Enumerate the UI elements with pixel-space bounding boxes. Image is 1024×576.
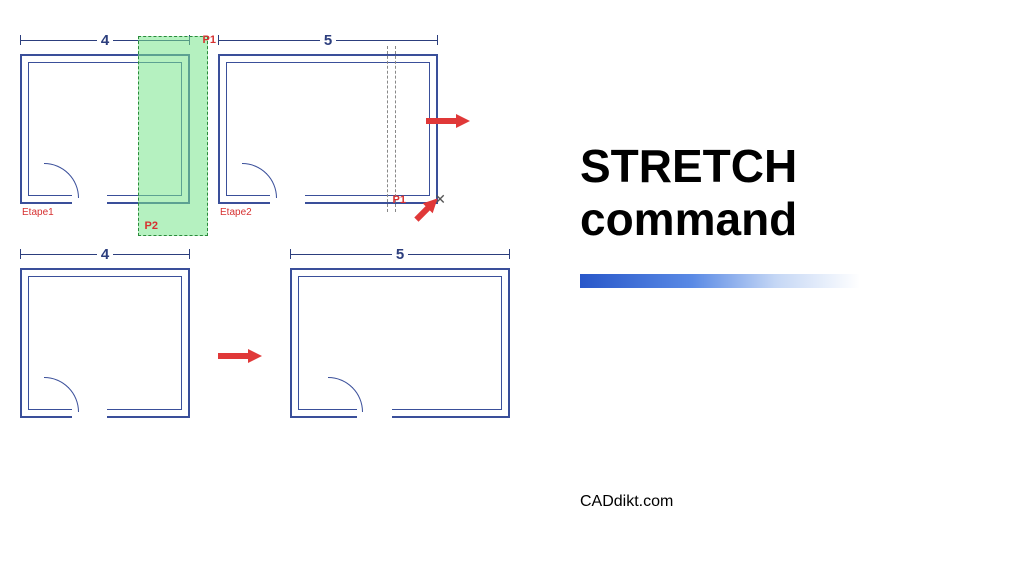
diagram-row-1: 4 P1 P2 Etape1 5	[20, 30, 540, 204]
diagram-panel: 4 P1 P2 Etape1 5	[0, 0, 560, 576]
title-line-1: STRETCH	[580, 140, 984, 193]
accent-bar	[580, 274, 860, 288]
diagram-before-selection: 4 P1 P2 Etape1	[20, 30, 190, 204]
stretch-arrow-icon	[411, 193, 442, 224]
floorplan-shape	[20, 268, 190, 418]
crossing-selection-window	[138, 36, 208, 236]
dimension-value: 4	[97, 32, 113, 49]
diagram-result: 5	[290, 244, 510, 418]
point-label-p2: P2	[145, 220, 158, 232]
transform-arrow-icon	[218, 349, 262, 363]
step-label: Etape1	[22, 207, 54, 218]
floorplan-shape: Etape2 P1 ✕	[218, 54, 438, 204]
page-title: STRETCH command	[580, 140, 984, 246]
dimension-value: 4	[97, 246, 113, 263]
diagram-after-stretch: 5 Etape2 P1 ✕	[218, 30, 438, 204]
dimension-line: 4	[20, 244, 190, 264]
floorplan-shape	[290, 268, 510, 418]
diagram-original: 4	[20, 244, 190, 418]
diagram-row-2: 4 5	[20, 244, 540, 418]
site-credit: CADdikt.com	[580, 493, 673, 511]
dimension-value: 5	[320, 32, 336, 49]
step-label: Etape2	[220, 207, 252, 218]
dimension-line: 5	[218, 30, 438, 50]
floorplan-shape: P1 P2 Etape1	[20, 54, 190, 204]
title-line-2: command	[580, 193, 984, 246]
dimension-value: 5	[392, 246, 408, 263]
point-label-p1: P1	[393, 194, 406, 206]
title-panel: STRETCH command CADdikt.com	[560, 0, 1024, 576]
stretch-arrow-icon	[426, 114, 470, 128]
point-label-p1: P1	[203, 34, 216, 46]
dimension-line: 5	[290, 244, 510, 264]
